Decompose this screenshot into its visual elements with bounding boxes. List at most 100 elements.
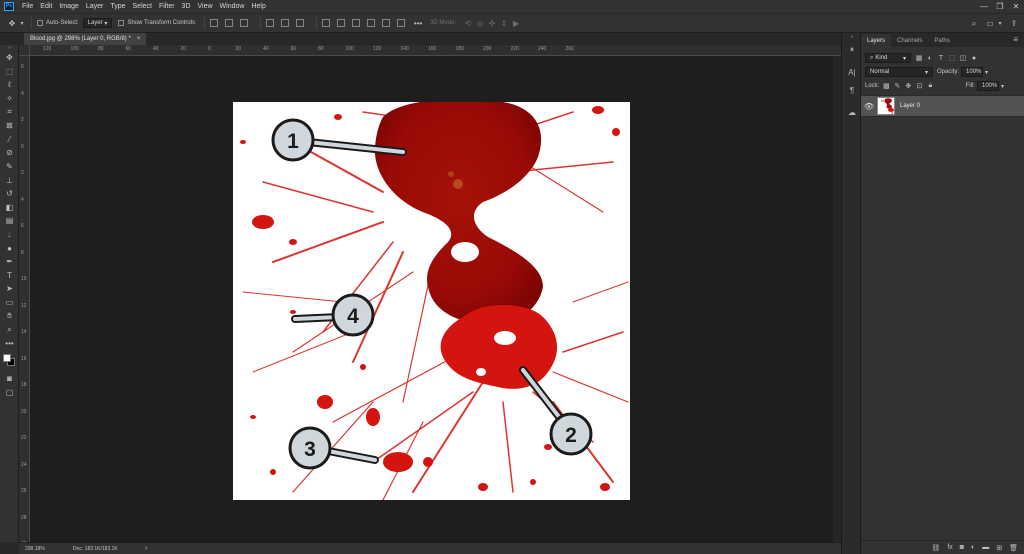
move-tool-icon[interactable]: ✥: [6, 17, 18, 29]
panel-menu-icon[interactable]: ≡: [1013, 35, 1018, 44]
menu-layer[interactable]: Layer: [86, 3, 104, 10]
history-brush-tool-icon[interactable]: ↺: [0, 187, 19, 201]
filter-adjustment-icon[interactable]: ◐: [926, 54, 934, 62]
distribute-bottom-icon[interactable]: [352, 19, 361, 27]
quick-mask-icon[interactable]: ◙: [0, 372, 19, 386]
menu-help[interactable]: Help: [251, 3, 265, 10]
brush-tool-icon[interactable]: ✎: [0, 160, 19, 174]
zoom-level[interactable]: 298.18%: [25, 546, 67, 552]
more-options-icon[interactable]: •••: [412, 17, 424, 29]
menu-3d[interactable]: 3D: [182, 3, 191, 10]
fill-field[interactable]: 100%: [976, 81, 999, 91]
tab-layers[interactable]: Layers: [861, 34, 892, 47]
restore-button[interactable]: ❐: [992, 0, 1008, 13]
workspace-icon[interactable]: ▭: [984, 18, 996, 30]
distribute-top-icon[interactable]: [322, 19, 331, 27]
clone-stamp-tool-icon[interactable]: ⊥: [0, 173, 19, 187]
search-icon[interactable]: ⌕: [968, 18, 980, 30]
menu-image[interactable]: Image: [59, 3, 78, 10]
lock-artboard-icon[interactable]: ⊡: [915, 82, 923, 90]
history-panel-icon[interactable]: ⏸︎: [842, 41, 862, 59]
paragraph-panel-icon[interactable]: ¶: [842, 81, 862, 99]
menu-view[interactable]: View: [198, 3, 213, 10]
eye-icon[interactable]: 👁︎: [861, 102, 877, 111]
rectangle-tool-icon[interactable]: ▭: [0, 296, 19, 310]
filter-shape-icon[interactable]: ⬚: [948, 54, 956, 62]
menu-file[interactable]: File: [22, 3, 33, 10]
canvas-area[interactable]: 1 2 3 4: [30, 56, 833, 542]
lock-all-icon[interactable]: 🔒︎: [926, 82, 934, 90]
menu-edit[interactable]: Edit: [40, 3, 52, 10]
dodge-tool-icon[interactable]: ●: [0, 241, 19, 255]
delete-layer-icon[interactable]: 🗑︎: [1009, 544, 1018, 552]
type-tool-icon[interactable]: T: [0, 269, 19, 283]
libraries-panel-icon[interactable]: ☁: [842, 103, 862, 121]
status-menu-arrow[interactable]: ›: [145, 545, 147, 552]
opacity-field[interactable]: 100%: [961, 67, 984, 77]
tab-paths[interactable]: Paths: [928, 34, 955, 47]
close-icon[interactable]: ×: [137, 36, 141, 42]
show-transform-checkbox[interactable]: [118, 20, 125, 26]
close-button[interactable]: ✕: [1008, 0, 1024, 13]
distribute-horizontal-centers-icon[interactable]: [382, 19, 391, 27]
filter-pixel-icon[interactable]: ▦: [915, 54, 923, 62]
gradient-tool-icon[interactable]: ▤: [0, 214, 19, 228]
document-tab[interactable]: Blood.jpg @ 298% (Layer 0, RGB/8) * ×: [24, 33, 147, 45]
blur-tool-icon[interactable]: 💧︎: [0, 228, 19, 242]
hand-tool-icon[interactable]: ✋︎: [0, 309, 19, 323]
link-layers-icon[interactable]: ⛓︎: [931, 544, 940, 552]
add-layer-style-button[interactable]: fx: [947, 544, 952, 551]
chevron-down-icon[interactable]: ▾: [1001, 83, 1004, 90]
filter-type-icon[interactable]: T: [937, 54, 945, 62]
healing-brush-tool-icon[interactable]: ⊘: [0, 146, 19, 160]
distribute-vertical-centers-icon[interactable]: [337, 19, 346, 27]
document-image[interactable]: 1 2 3 4: [233, 102, 630, 500]
align-horizontal-centers-icon[interactable]: [225, 19, 234, 27]
path-selection-tool-icon[interactable]: ➤: [0, 282, 19, 296]
orbit-3d-icon[interactable]: ⟲: [462, 17, 474, 29]
magic-wand-tool-icon[interactable]: ✧: [0, 92, 19, 106]
chevron-down-icon[interactable]: ▾: [18, 17, 26, 29]
add-mask-icon[interactable]: ◙: [960, 544, 964, 551]
chevron-down-icon[interactable]: ▾: [985, 69, 988, 76]
collapse-arrows-icon[interactable]: «: [842, 33, 862, 41]
foreground-color-swatch[interactable]: [3, 354, 11, 363]
adjustment-layer-icon[interactable]: ◐: [971, 544, 975, 551]
zoom-tool-icon[interactable]: ⌕: [0, 323, 19, 337]
layer-name[interactable]: Layer 0: [900, 103, 920, 109]
align-left-edges-icon[interactable]: [210, 19, 219, 27]
screen-mode-icon[interactable]: ▢: [0, 386, 19, 400]
align-right-edges-icon[interactable]: [240, 19, 249, 27]
vertical-scrollbar[interactable]: [833, 56, 841, 542]
lock-transparent-pixels-icon[interactable]: ▩: [882, 82, 890, 90]
vertical-ruler[interactable]: 642024681012141618202224262830: [19, 56, 30, 542]
lock-position-icon[interactable]: ✥: [904, 82, 912, 90]
distribute-right-icon[interactable]: [397, 19, 406, 27]
align-bottom-edges-icon[interactable]: [296, 19, 305, 27]
align-top-edges-icon[interactable]: [266, 19, 275, 27]
roll-3d-icon[interactable]: ◎: [474, 17, 486, 29]
new-layer-icon[interactable]: ⊞: [996, 544, 1002, 552]
video-camera-icon[interactable]: ▶: [510, 17, 522, 29]
filter-smart-object-icon[interactable]: ◫: [959, 54, 967, 62]
lock-image-pixels-icon[interactable]: ✎: [893, 82, 901, 90]
align-vertical-centers-icon[interactable]: [281, 19, 290, 27]
color-swatches[interactable]: [0, 350, 19, 372]
menu-window[interactable]: Window: [220, 3, 245, 10]
new-group-icon[interactable]: ▬: [982, 544, 989, 551]
filter-kind-dropdown[interactable]: ⌕ Kind ▾: [865, 53, 911, 63]
marquee-tool-icon[interactable]: ⬚: [0, 65, 19, 79]
character-panel-icon[interactable]: A|: [842, 63, 862, 81]
eraser-tool-icon[interactable]: ◧: [0, 201, 19, 215]
slide-3d-icon[interactable]: ⇕: [498, 17, 510, 29]
menu-filter[interactable]: Filter: [159, 3, 175, 10]
crop-tool-icon[interactable]: ⌗: [0, 105, 19, 119]
blend-mode-dropdown[interactable]: Normal ▾: [865, 67, 933, 77]
pen-tool-icon[interactable]: ✒: [0, 255, 19, 269]
more-tools-icon[interactable]: •••: [0, 336, 19, 350]
move-tool-icon[interactable]: ✥: [0, 51, 19, 65]
drag-3d-icon[interactable]: ✣: [486, 17, 498, 29]
frame-tool-icon[interactable]: ⊠: [0, 119, 19, 133]
ruler-origin[interactable]: [19, 45, 30, 56]
layer-row[interactable]: 👁︎ Layer 0: [861, 95, 1024, 117]
